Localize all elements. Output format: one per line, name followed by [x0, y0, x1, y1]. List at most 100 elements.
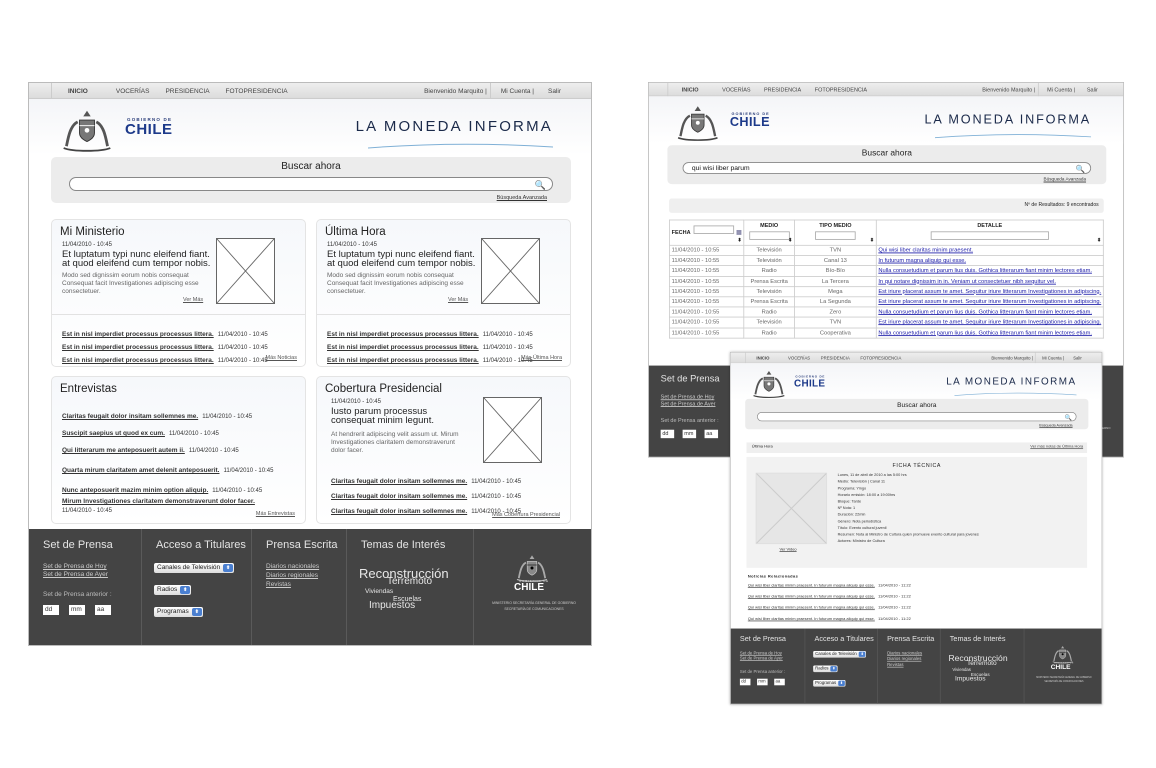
date-field-dd[interactable]: dd — [43, 605, 59, 615]
news-link[interactable]: Suscipit saepius ut quod ex cum. — [62, 430, 165, 437]
headline-select[interactable]: Canales de Televisión⬍ — [154, 563, 235, 573]
press-set-link[interactable]: Set de Prensa de Ayer — [43, 571, 108, 578]
logo-name[interactable]: CHILE — [794, 378, 825, 389]
my-account-link[interactable]: Mi Cuenta | — [501, 88, 534, 95]
news-link[interactable]: Est in nisl imperdiet processus processu… — [327, 357, 479, 364]
written-press-link[interactable]: Diarios nacionales — [266, 563, 319, 570]
table-row[interactable]: 11/04/2010 - 10:55 Prensa Escrita La Terce… — [669, 275, 1104, 287]
calendar-icon[interactable]: ▦ — [736, 230, 742, 236]
search-icon[interactable]: 🔍 — [1064, 413, 1071, 421]
detail-link[interactable]: Nulla consuetudium et parum lius duis. G… — [878, 268, 1092, 274]
table-row[interactable]: 11/04/2010 - 10:55 Televisión Canal 13 In f… — [669, 255, 1104, 267]
detail-link[interactable]: Nulla consuetudium et parum lius duis. G… — [878, 330, 1092, 336]
nav-item-presidencia[interactable]: PRESIDENCIA — [165, 88, 209, 95]
nav-item-presidencia[interactable]: PRESIDENCIA — [764, 87, 801, 93]
all-interviews-link[interactable]: Más Entrevistas — [256, 511, 295, 517]
news-link[interactable]: Nunc anteposuerit mazim minim option ali… — [62, 487, 208, 494]
topic-tag[interactable]: Impuestos — [369, 601, 415, 611]
nav-item-fotopresidencia[interactable]: FOTOPRESIDENCIA — [226, 88, 288, 95]
advanced-search-link[interactable]: Búsqueda Avanzada — [497, 195, 547, 201]
column-filter-input[interactable] — [748, 231, 790, 240]
headline-select[interactable]: Canales de Televisión⬍ — [813, 650, 867, 658]
feature-headline[interactable]: Et luptatum typi nunc eleifend fiant. at… — [327, 250, 479, 269]
date-field-aa[interactable]: aa — [95, 605, 111, 615]
nav-item-inicio[interactable]: INICIO — [68, 88, 88, 95]
breadcrumb-section[interactable]: Última Hora — [752, 445, 773, 449]
date-field-dd[interactable]: dd — [739, 678, 751, 686]
logo-name[interactable]: CHILE — [730, 115, 770, 129]
logout-link[interactable]: Salir — [548, 88, 561, 95]
date-field-mm[interactable]: mm — [757, 678, 768, 686]
search-input[interactable]: 🔍 — [69, 177, 553, 191]
my-account-link[interactable]: Mi Cuenta | — [1042, 356, 1064, 361]
more-notes-link[interactable]: Ver más notas de Última Hora — [1030, 445, 1083, 449]
sort-icon[interactable]: ⬍ — [737, 237, 741, 243]
watch-video-link[interactable]: Ver Video — [780, 548, 797, 552]
press-set-link[interactable]: Set de Prensa de Hoy — [43, 563, 107, 570]
column-filter-input[interactable] — [930, 231, 1049, 240]
related-link[interactable]: Qui wisi liber claritas minim praesent. … — [748, 606, 875, 610]
column-filter-input[interactable] — [815, 231, 856, 240]
written-press-link[interactable]: Revistas — [266, 581, 291, 588]
press-set-link[interactable]: Set de Prensa de Hoy — [661, 394, 715, 400]
headline-select[interactable]: Radios⬍ — [154, 585, 192, 595]
topic-tag[interactable]: Terremoto — [967, 660, 997, 667]
news-link[interactable]: Quarta mirum claritatem amet delenit ant… — [62, 467, 220, 474]
news-link[interactable]: Qui litterarum me anteposuerit autem ii. — [62, 447, 185, 454]
search-input[interactable]: qui wisi liber parum 🔍 — [682, 162, 1092, 174]
written-press-link[interactable]: Diarios nacionales — [887, 651, 922, 656]
news-link[interactable]: Mirum Investigationes claritatem demonst… — [62, 498, 255, 505]
topic-tag[interactable]: Viviendas — [365, 588, 393, 596]
press-set-link[interactable]: Set de Prensa de Ayer — [661, 401, 716, 407]
headline-select[interactable]: Programas⬍ — [154, 607, 203, 617]
nav-item-inicio[interactable]: INICIO — [682, 87, 699, 93]
news-link[interactable]: Claritas feugait dolor insitam sollemnes… — [331, 508, 467, 515]
written-press-link[interactable]: Revistas — [887, 663, 903, 668]
table-row[interactable]: 11/04/2010 - 10:55 Radio Cooperativa Nulla … — [669, 327, 1104, 339]
column-filter-input[interactable] — [693, 225, 735, 234]
nav-item-inicio[interactable]: INICIO — [756, 356, 769, 361]
detail-link[interactable]: Nulla consuetudium et parum lius duis. G… — [878, 309, 1092, 315]
video-thumbnail[interactable] — [755, 472, 828, 545]
see-more-link[interactable]: Ver Más — [448, 297, 468, 303]
detail-link[interactable]: Est iriure placerat assum te amet. Sequi… — [878, 299, 1101, 305]
date-field-mm[interactable]: mm — [682, 429, 697, 439]
date-field-mm[interactable]: mm — [69, 605, 85, 615]
table-row[interactable]: 11/04/2010 - 10:55 Radio Zero Nulla consuet… — [669, 306, 1104, 318]
detail-link[interactable]: Est iriure placerat assum te amet. Sequi… — [878, 289, 1101, 295]
topic-tag[interactable]: Impuestos — [955, 676, 985, 683]
sort-icon[interactable]: ⬍ — [788, 237, 792, 243]
detail-link[interactable]: Est iriure placerat assum te amet. Sequi… — [878, 320, 1101, 326]
my-account-link[interactable]: Mi Cuenta | — [1047, 87, 1075, 93]
news-link[interactable]: Est in nisl imperdiet processus processu… — [62, 357, 214, 364]
search-input[interactable]: 🔍 — [757, 412, 1077, 422]
topic-tag[interactable]: Viviendas — [952, 668, 971, 672]
advanced-search-link[interactable]: Búsqueda Avanzada — [1044, 177, 1087, 182]
see-more-link[interactable]: Ver Más — [183, 297, 203, 303]
news-link[interactable]: Claritas feugait dolor insitam sollemnes… — [331, 493, 467, 500]
table-row[interactable]: 11/04/2010 - 10:55 Prensa Escrita La Segun… — [669, 296, 1104, 308]
nav-item-presidencia[interactable]: PRESIDENCIA — [821, 356, 850, 361]
related-link[interactable]: Qui wisi liber claritas minim praesent. … — [748, 617, 875, 621]
logout-link[interactable]: Salir — [1087, 87, 1098, 93]
news-link[interactable]: Claritas feugait dolor insitam sollemnes… — [62, 413, 198, 420]
all-coverage-link[interactable]: Más Cobertura Presidencial — [492, 512, 560, 518]
nav-item-vocerías[interactable]: VOCERÍAS — [722, 87, 750, 93]
date-field-aa[interactable]: aa — [774, 678, 785, 686]
table-row[interactable]: 11/04/2010 - 10:55 Televisión Mega Est iriu… — [669, 286, 1104, 298]
table-row[interactable]: 11/04/2010 - 10:55 Televisión TVN Qui wisi … — [669, 244, 1104, 257]
feature-headline[interactable]: Et luptatum typi nunc eleifend fiant. at… — [62, 250, 214, 269]
headline-select[interactable]: Radios⬍ — [813, 665, 838, 673]
detail-link[interactable]: In qui notare dignissim in in. Veniam ut… — [878, 278, 1056, 284]
date-field-aa[interactable]: aa — [704, 429, 719, 439]
all-news-link[interactable]: Más Última Hora — [521, 355, 562, 361]
search-icon[interactable]: 🔍 — [535, 179, 546, 191]
nav-item-vocerías[interactable]: VOCERÍAS — [116, 88, 150, 95]
nav-item-vocerías[interactable]: VOCERÍAS — [788, 356, 810, 361]
detail-link[interactable]: In futurum magna aliquip qui esse. — [878, 258, 966, 264]
table-row[interactable]: 11/04/2010 - 10:55 Televisión TVN Est iriur… — [669, 316, 1104, 329]
advanced-search-link[interactable]: Búsqueda Avanzada — [1039, 424, 1072, 428]
nav-item-fotopresidencia[interactable]: FOTOPRESIDENCIA — [860, 356, 901, 361]
headline-select[interactable]: Programas⬍ — [813, 680, 846, 687]
table-row[interactable]: 11/04/2010 - 10:55 Radio Bío-Bío Nulla cons… — [669, 265, 1104, 277]
